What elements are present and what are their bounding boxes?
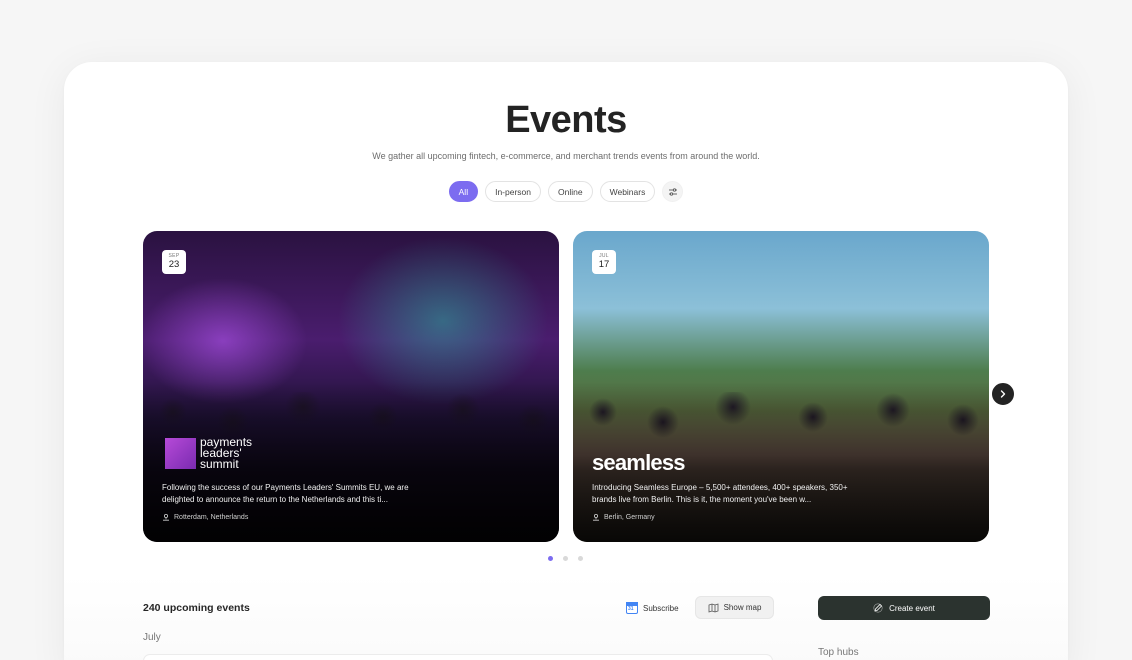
location-text: Berlin, Germany [604,513,655,521]
location-pin-icon [593,513,599,521]
show-map-button[interactable]: Show map [695,596,774,619]
sliders-icon [668,187,677,196]
date-badge: JUL 17 [592,250,616,274]
carousel-dot[interactable] [578,556,583,561]
filter-settings-button[interactable] [662,181,684,202]
location-text: Rotterdam, Netherlands [174,513,249,521]
date-day: 23 [168,259,180,270]
event-logo: payments leaders' summit [165,435,270,471]
carousel-dot[interactable] [563,556,568,561]
filter-in-person[interactable]: In-person [485,181,542,202]
top-hubs-heading: Top hubs [818,647,859,658]
event-description: Following the success of our Payments Le… [162,483,409,504]
carousel-next-button[interactable] [991,382,1015,406]
event-logo: seamless [592,450,685,475]
date-day: 17 [598,259,610,270]
filter-bar: All In-person Online Webinars [0,181,1132,202]
filter-all[interactable]: All [448,181,479,202]
location-pin-icon [163,513,169,521]
featured-event-card[interactable]: JUL 17 seamless Introducing Seamless Eur… [573,231,989,542]
subscribe-label: Subscribe [643,603,679,613]
page-subtitle: We gather all upcoming fintech, e-commer… [372,151,760,161]
logo-square [165,438,196,469]
logo-text: payments leaders' summit [200,435,253,471]
carousel-pagination [548,556,583,561]
show-map-label: Show map [723,603,762,612]
upcoming-events-count: 240 upcoming events [143,602,250,614]
event-location: Rotterdam, Netherlands [162,513,248,521]
month-heading: July [143,632,161,643]
carousel-dot[interactable] [548,556,553,561]
page-title: Events [505,99,627,141]
subscribe-button[interactable]: Subscribe [626,600,679,616]
date-badge: SEP 23 [162,250,186,274]
chevron-right-icon [1000,390,1006,398]
event-description: Introducing Seamless Europe – 5,500+ att… [592,483,848,504]
event-list-item[interactable] [143,654,773,660]
featured-event-card[interactable]: SEP 23 payments leaders' summit Followin… [143,231,559,542]
google-calendar-icon [626,602,638,614]
filter-webinars[interactable]: Webinars [599,181,656,202]
event-location: Berlin, Germany [592,513,655,521]
create-event-label: Create event [889,603,935,613]
filter-online[interactable]: Online [548,181,593,202]
map-icon [708,602,718,613]
edit-icon [873,603,883,613]
create-event-button[interactable]: Create event [818,596,990,620]
